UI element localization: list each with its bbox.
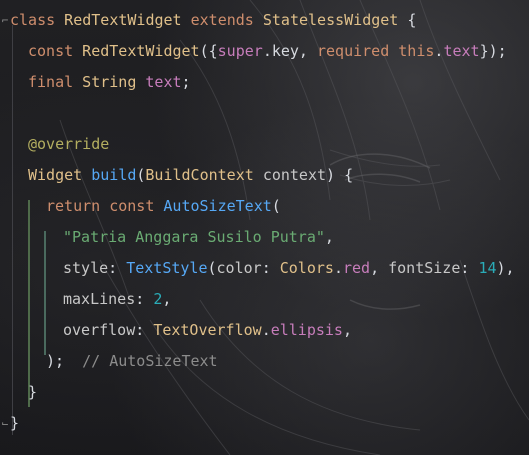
class-name: Widget bbox=[28, 166, 83, 184]
field-name: text bbox=[145, 73, 182, 91]
punctuation: : bbox=[135, 290, 154, 308]
class-name: BuildContext bbox=[145, 166, 254, 184]
punctuation: . bbox=[333, 259, 343, 277]
code-line-4[interactable] bbox=[0, 98, 529, 129]
class-name: String bbox=[73, 73, 137, 91]
punctuation: : bbox=[460, 259, 479, 277]
code-line-1[interactable]: ⌐ class RedTextWidget extends StatelessW… bbox=[0, 5, 529, 36]
punctuation: ; bbox=[181, 73, 191, 91]
code-editor[interactable]: ⌐ class RedTextWidget extends StatelessW… bbox=[0, 0, 529, 455]
code-line-13[interactable]: } bbox=[0, 377, 529, 408]
code-line-3[interactable]: final String text; bbox=[0, 67, 529, 98]
punctuation: ) { bbox=[326, 166, 354, 184]
punctuation: ({ bbox=[199, 42, 218, 60]
punctuation bbox=[389, 42, 398, 60]
punctuation: } bbox=[28, 383, 38, 401]
code-line-11[interactable]: overflow: TextOverflow.ellipsis, bbox=[0, 315, 529, 346]
field-name: text bbox=[443, 42, 480, 60]
punctuation: , bbox=[324, 228, 334, 246]
keyword: const bbox=[100, 197, 155, 215]
named-argument: maxLines bbox=[63, 290, 136, 308]
keyword: extends bbox=[181, 11, 254, 29]
keyword: return bbox=[46, 197, 101, 215]
punctuation: : bbox=[108, 259, 127, 277]
punctuation: ), bbox=[496, 259, 515, 277]
code-line-10[interactable]: maxLines: 2, bbox=[0, 284, 529, 315]
punctuation: : bbox=[135, 321, 154, 339]
punctuation bbox=[254, 166, 263, 184]
class-name: StatelessWidget bbox=[253, 11, 399, 29]
punctuation: ( bbox=[271, 197, 281, 215]
named-argument: color bbox=[216, 259, 262, 277]
named-argument: overflow bbox=[63, 321, 136, 339]
number-literal: 2 bbox=[153, 290, 163, 308]
punctuation: , bbox=[370, 259, 389, 277]
punctuation: .key, bbox=[262, 42, 317, 60]
comment: // AutoSizeText bbox=[64, 352, 218, 370]
punctuation bbox=[82, 166, 91, 184]
keyword: required bbox=[317, 42, 390, 60]
punctuation: , bbox=[342, 321, 352, 339]
class-name: TextOverflow bbox=[153, 321, 262, 339]
named-argument: fontSize bbox=[388, 259, 461, 277]
punctuation: : bbox=[261, 259, 280, 277]
annotation: @override bbox=[28, 135, 110, 153]
named-argument: style bbox=[63, 259, 109, 277]
keyword: class bbox=[10, 11, 56, 29]
code-line-8[interactable]: "Patria Anggara Susilo Putra", bbox=[0, 222, 529, 253]
code-line-14[interactable]: ⌙ } bbox=[0, 408, 529, 439]
punctuation: }); bbox=[479, 42, 507, 60]
keyword: final bbox=[28, 73, 74, 91]
fold-icon[interactable]: ⌙ bbox=[0, 408, 10, 439]
function-name: AutoSizeText bbox=[163, 197, 272, 215]
code-line-2[interactable]: const RedTextWidget({super.key, required… bbox=[0, 36, 529, 67]
keyword: const bbox=[28, 42, 74, 60]
fold-icon[interactable]: ⌐ bbox=[0, 5, 10, 36]
code-line-5[interactable]: @override bbox=[0, 129, 529, 160]
field-name: ellipsis bbox=[270, 321, 343, 339]
punctuation: , bbox=[162, 290, 172, 308]
code-line-12[interactable]: ); // AutoSizeText bbox=[0, 346, 529, 377]
function-name: TextStyle bbox=[126, 259, 208, 277]
punctuation: ); bbox=[46, 352, 65, 370]
class-name: Colors bbox=[279, 259, 334, 277]
number-literal: 14 bbox=[478, 259, 497, 277]
punctuation: { bbox=[398, 11, 417, 29]
code-line-6[interactable]: Widget build(BuildContext context) { bbox=[0, 160, 529, 191]
punctuation: . bbox=[261, 321, 271, 339]
keyword-this: this bbox=[398, 42, 435, 60]
field-name: red bbox=[342, 259, 371, 277]
string-literal: "Patria Anggara Susilo Putra" bbox=[63, 228, 325, 246]
code-line-7[interactable]: return const AutoSizeText( bbox=[0, 191, 529, 222]
punctuation: ( bbox=[207, 259, 217, 277]
code-area[interactable]: ⌐ class RedTextWidget extends StatelessW… bbox=[0, 5, 529, 439]
class-name: RedTextWidget bbox=[73, 42, 200, 60]
parameter-name: context bbox=[262, 166, 327, 184]
function-name: build bbox=[91, 166, 137, 184]
code-line-9[interactable]: style: TextStyle(color: Colors.red, font… bbox=[0, 253, 529, 284]
class-name: RedTextWidget bbox=[55, 11, 182, 29]
keyword-super: super bbox=[217, 42, 263, 60]
punctuation: } bbox=[10, 414, 20, 432]
